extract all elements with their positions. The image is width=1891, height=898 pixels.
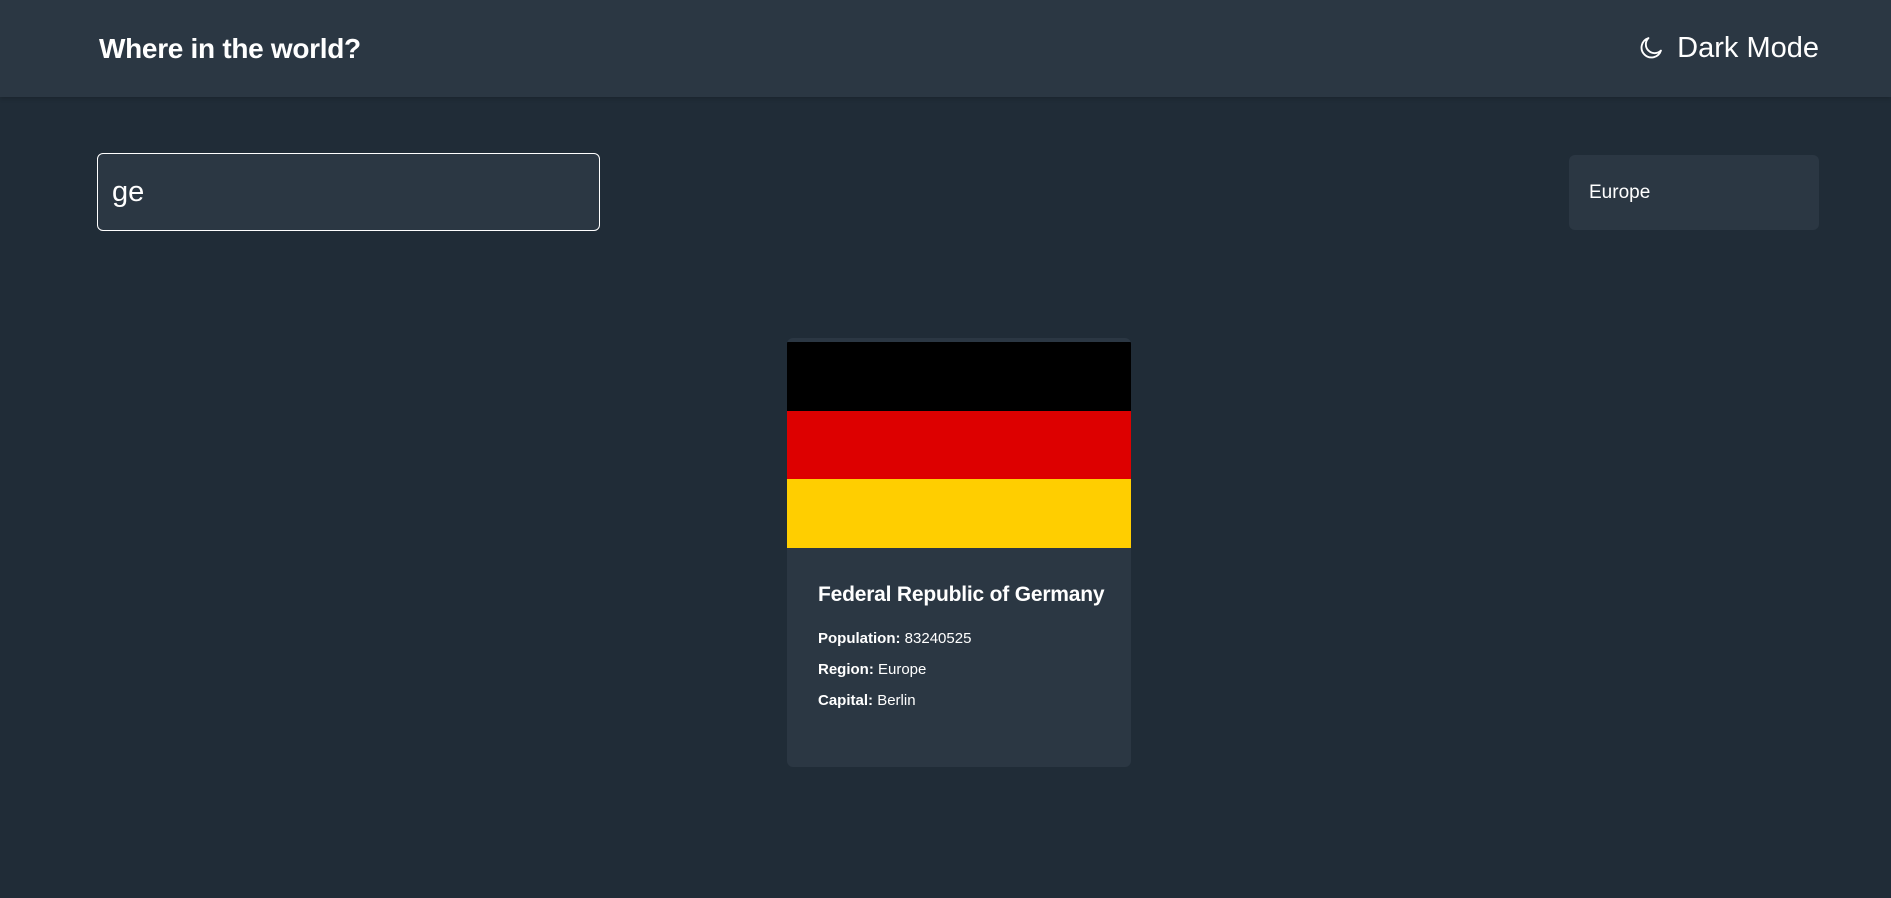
capital-label: Capital: <box>818 692 874 709</box>
country-stats: Population: 83240525 Region: Europe Capi… <box>818 629 1107 711</box>
region-value: Europe <box>878 661 927 678</box>
flag-band-gold <box>787 479 1131 548</box>
flag-band-red <box>787 410 1131 480</box>
app-title: Where in the world? <box>99 33 361 64</box>
region-label: Region: <box>818 661 874 678</box>
search-input[interactable] <box>112 175 585 209</box>
population-label: Population: <box>818 630 901 647</box>
capital-stat: Capital: Berlin <box>818 691 1107 711</box>
capital-value: Berlin <box>877 692 916 709</box>
region-filter-value: Europe <box>1589 181 1651 203</box>
search-box[interactable] <box>97 153 600 231</box>
country-name: Federal Republic of Germany <box>818 583 1105 606</box>
region-stat: Region: Europe <box>818 660 1107 680</box>
dark-mode-label: Dark Mode <box>1677 32 1819 64</box>
dark-mode-toggle[interactable]: Dark Mode <box>1637 30 1819 66</box>
population-stat: Population: 83240525 <box>818 629 1107 649</box>
moon-icon <box>1637 34 1665 62</box>
app-header: Where in the world? Dark Mode <box>0 0 1891 97</box>
country-card-body: Federal Republic of Germany Population: … <box>818 581 1107 722</box>
population-value: 83240525 <box>904 630 972 647</box>
country-card[interactable]: Federal Republic of Germany Population: … <box>787 338 1131 767</box>
region-filter-select[interactable]: Europe <box>1569 155 1819 230</box>
flag-band-black <box>787 342 1131 411</box>
country-flag <box>787 342 1131 548</box>
